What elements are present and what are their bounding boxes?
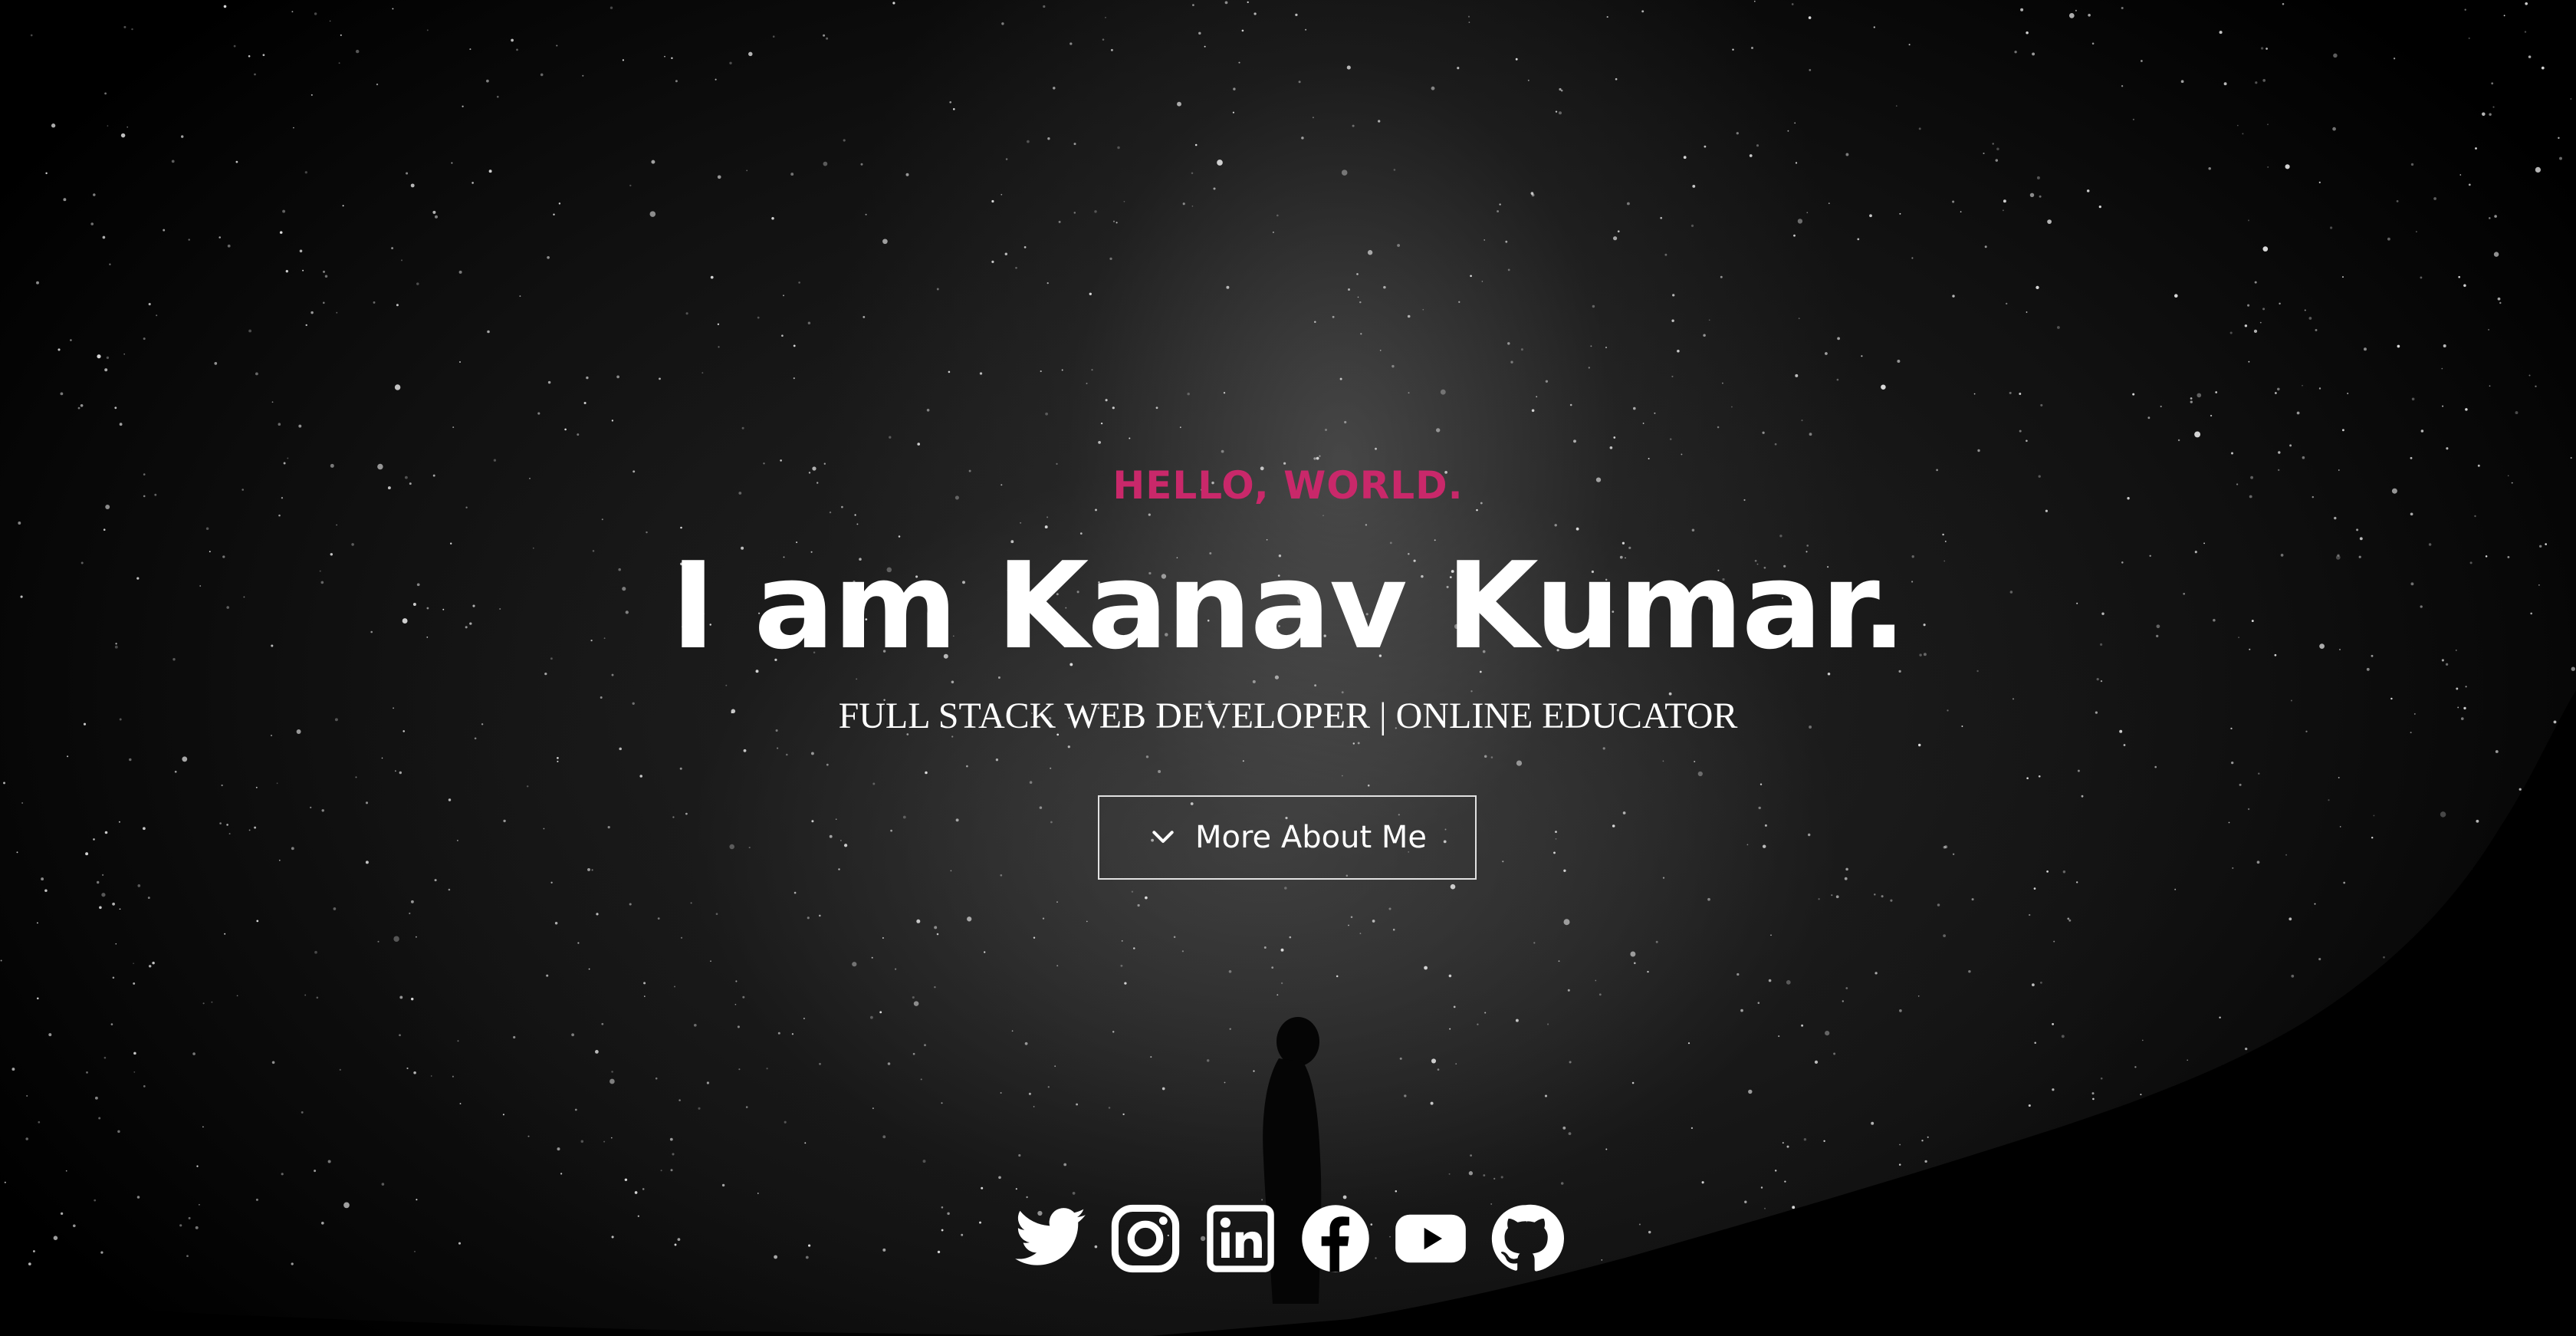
more-about-me-button[interactable]: More About Me [1098,795,1477,880]
linkedin-link[interactable] [1202,1200,1279,1277]
youtube-icon [1395,1214,1466,1263]
github-icon [1491,1204,1564,1272]
linkedin-icon [1207,1205,1274,1272]
more-about-me-label: More About Me [1195,820,1427,855]
greeting-text: HELLO, WORLD. [1112,463,1464,508]
twitter-link[interactable] [1012,1200,1089,1277]
subtitle: FULL STACK WEB DEVELOPER | ONLINE EDUCAT… [838,696,1738,736]
instagram-link[interactable] [1107,1200,1184,1277]
github-link[interactable] [1487,1200,1564,1277]
twitter-icon [1015,1208,1086,1265]
social-links [0,1200,2576,1277]
page-title: I am Kanav Kumar. [671,536,1907,676]
chevron-down-icon [1148,822,1178,853]
youtube-link[interactable] [1392,1200,1469,1277]
instagram-icon [1111,1204,1180,1273]
facebook-link[interactable] [1297,1200,1374,1277]
facebook-icon [1302,1205,1369,1272]
hero-section: HELLO, WORLD. I am Kanav Kumar. FULL STA… [0,0,2576,1336]
